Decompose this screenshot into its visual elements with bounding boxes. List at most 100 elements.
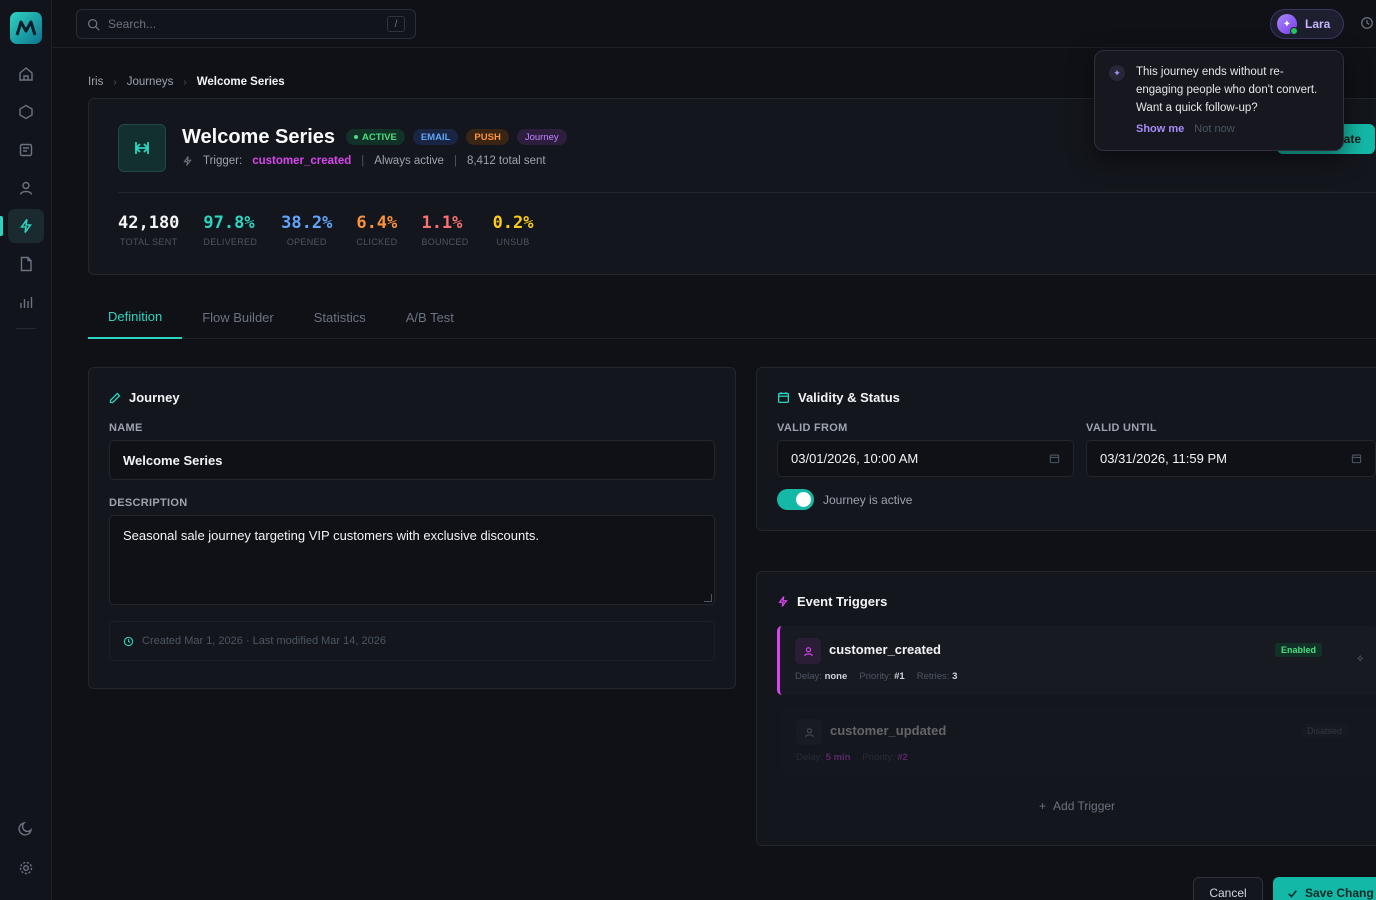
priority-label: Priority: bbox=[862, 752, 895, 763]
status-badge: ACTIVE bbox=[346, 129, 405, 145]
stat-label: OPENED bbox=[286, 237, 327, 247]
valid-until-label: VALID UNTIL bbox=[1086, 422, 1157, 434]
save-changes-button[interactable]: Save Chang bbox=[1273, 877, 1376, 900]
breadcrumb-item[interactable]: Journeys bbox=[127, 76, 174, 88]
priority-value: #2 bbox=[897, 752, 908, 763]
search-input[interactable]: Search... / bbox=[76, 9, 416, 39]
lightning-icon bbox=[778, 596, 788, 607]
separator: | bbox=[453, 155, 457, 167]
valid-from-value: 03/01/2026, 10:00 AM bbox=[791, 451, 919, 466]
trigger-label: Trigger: bbox=[203, 155, 243, 167]
retries-label: Retries: bbox=[916, 671, 950, 682]
search-placeholder: Search... bbox=[108, 17, 157, 31]
calendar-icon bbox=[777, 392, 790, 404]
drag-handle-icon[interactable]: ✧ bbox=[1356, 654, 1364, 665]
lightning-icon bbox=[183, 156, 192, 166]
event-triggers-panel: Event Triggers customer_created Enabled … bbox=[756, 571, 1376, 846]
cancel-button[interactable]: Cancel bbox=[1193, 877, 1263, 900]
not-now-button[interactable]: Not now bbox=[1194, 123, 1234, 135]
stat-value: 42,180 bbox=[118, 213, 180, 233]
m-logo-icon[interactable] bbox=[10, 12, 42, 44]
trigger-meta: Delay: 5 min Priority: #2 bbox=[796, 752, 908, 763]
add-trigger-label: Add Trigger bbox=[1053, 799, 1116, 813]
stat-value: 0.2% bbox=[492, 213, 534, 233]
cube-icon[interactable] bbox=[8, 95, 44, 129]
status-badge: Enabled bbox=[1275, 643, 1323, 657]
description-field[interactable]: Seasonal sale journey targeting VIP cust… bbox=[109, 515, 715, 605]
topbar: Search... / ✦ Lara bbox=[52, 0, 1376, 48]
journey-panel: Journey NAME Welcome Series DESCRIPTION … bbox=[88, 367, 736, 689]
document-icon[interactable] bbox=[8, 133, 44, 167]
settings-icon[interactable] bbox=[8, 851, 44, 885]
resize-handle[interactable] bbox=[704, 594, 712, 602]
pencil-icon bbox=[109, 392, 121, 403]
user-icon bbox=[795, 638, 821, 664]
valid-from-field[interactable]: 03/01/2026, 10:00 AM bbox=[777, 440, 1074, 477]
lightning-icon[interactable] bbox=[0, 209, 44, 243]
tab-statistics[interactable]: Statistics bbox=[294, 296, 386, 338]
journey-logo-icon bbox=[118, 124, 166, 172]
calendar-icon[interactable] bbox=[1049, 453, 1060, 464]
stat-clicked: 6.4% CLICKED bbox=[356, 213, 397, 247]
panel-title: Event Triggers bbox=[777, 594, 887, 609]
save-label: Save Chang bbox=[1305, 886, 1374, 900]
channel-badge-email: EMAIL bbox=[412, 129, 459, 145]
stat-label: BOUNCED bbox=[421, 237, 469, 247]
plus-icon: + bbox=[1039, 799, 1047, 813]
stat-value: 38.2% bbox=[281, 213, 333, 233]
active-toggle[interactable] bbox=[777, 489, 814, 510]
trigger-event: customer_created bbox=[252, 155, 352, 167]
stat-label: TOTAL SENT bbox=[120, 237, 178, 247]
delay-value: none bbox=[824, 671, 848, 682]
sparkle-icon: ✦ bbox=[1109, 65, 1125, 81]
retries-value: 3 bbox=[952, 671, 958, 682]
priority-value: #1 bbox=[894, 671, 905, 682]
panel-title-text: Journey bbox=[129, 390, 180, 405]
breadcrumb-current: Welcome Series bbox=[196, 76, 285, 88]
user-name: Lara bbox=[1305, 17, 1331, 31]
panel-title-text: Event Triggers bbox=[797, 594, 888, 609]
stat-total-sent: 42,180 TOTAL SENT bbox=[118, 213, 179, 247]
breadcrumb: Iris › Journeys › Welcome Series bbox=[88, 76, 285, 88]
valid-until-value: 03/31/2026, 11:59 PM bbox=[1100, 451, 1227, 466]
divider bbox=[118, 192, 1376, 193]
file-icon[interactable] bbox=[8, 247, 44, 281]
history-icon[interactable] bbox=[1360, 16, 1374, 30]
add-trigger-button[interactable]: + Add Trigger bbox=[1039, 799, 1115, 813]
trigger-name: customer_created bbox=[829, 642, 941, 657]
calendar-icon[interactable] bbox=[1351, 453, 1362, 464]
stat-value: 1.1% bbox=[421, 213, 463, 233]
name-field[interactable]: Welcome Series bbox=[109, 440, 715, 480]
stat-value: 97.8% bbox=[203, 213, 255, 233]
user-icon[interactable] bbox=[8, 171, 44, 205]
breadcrumb-item[interactable]: Iris bbox=[88, 76, 103, 88]
search-icon bbox=[87, 18, 100, 31]
separator: | bbox=[361, 155, 365, 167]
description-text: Seasonal sale journey targeting VIP cust… bbox=[123, 528, 539, 543]
validity-panel: Validity & Status VALID FROM 03/01/2026,… bbox=[756, 367, 1376, 531]
home-icon[interactable] bbox=[8, 57, 44, 91]
valid-until-field[interactable]: 03/31/2026, 11:59 PM bbox=[1086, 440, 1376, 477]
clock-icon bbox=[123, 636, 134, 646]
show-me-button[interactable]: Show me bbox=[1136, 123, 1184, 135]
total-sent: 8,412 total sent bbox=[466, 155, 546, 167]
stat-value: 6.4% bbox=[356, 213, 398, 233]
tab-ab-test[interactable]: A/B Test bbox=[386, 296, 474, 338]
bar-chart-icon[interactable] bbox=[8, 285, 44, 319]
panel-title: Journey bbox=[109, 390, 180, 405]
moon-icon[interactable] bbox=[8, 811, 44, 845]
stat-label: UNSUB bbox=[496, 237, 530, 247]
trigger-item[interactable]: customer_created Enabled ✧ Delay: none P… bbox=[777, 626, 1376, 695]
popover-text: This journey ends without re-engaging pe… bbox=[1136, 66, 1318, 114]
tab-definition[interactable]: Definition bbox=[88, 296, 183, 339]
stats-row: 42,180 TOTAL SENT 97.8% DELIVERED 38.2% … bbox=[118, 213, 558, 247]
audit-text: Created Mar 1, 2026 · Last modified Mar … bbox=[142, 635, 386, 647]
status-badge: Disabled bbox=[1301, 724, 1349, 738]
search-shortcut: / bbox=[387, 16, 405, 32]
stat-opened: 38.2% OPENED bbox=[281, 213, 332, 247]
user-menu-button[interactable]: ✦ Lara bbox=[1270, 9, 1344, 39]
trigger-item[interactable]: customer_updated Disabled Delay: 5 min P… bbox=[781, 707, 1376, 776]
description-label: DESCRIPTION bbox=[109, 497, 188, 509]
tab-flow-builder[interactable]: Flow Builder bbox=[182, 296, 294, 338]
stat-label: CLICKED bbox=[356, 237, 398, 247]
